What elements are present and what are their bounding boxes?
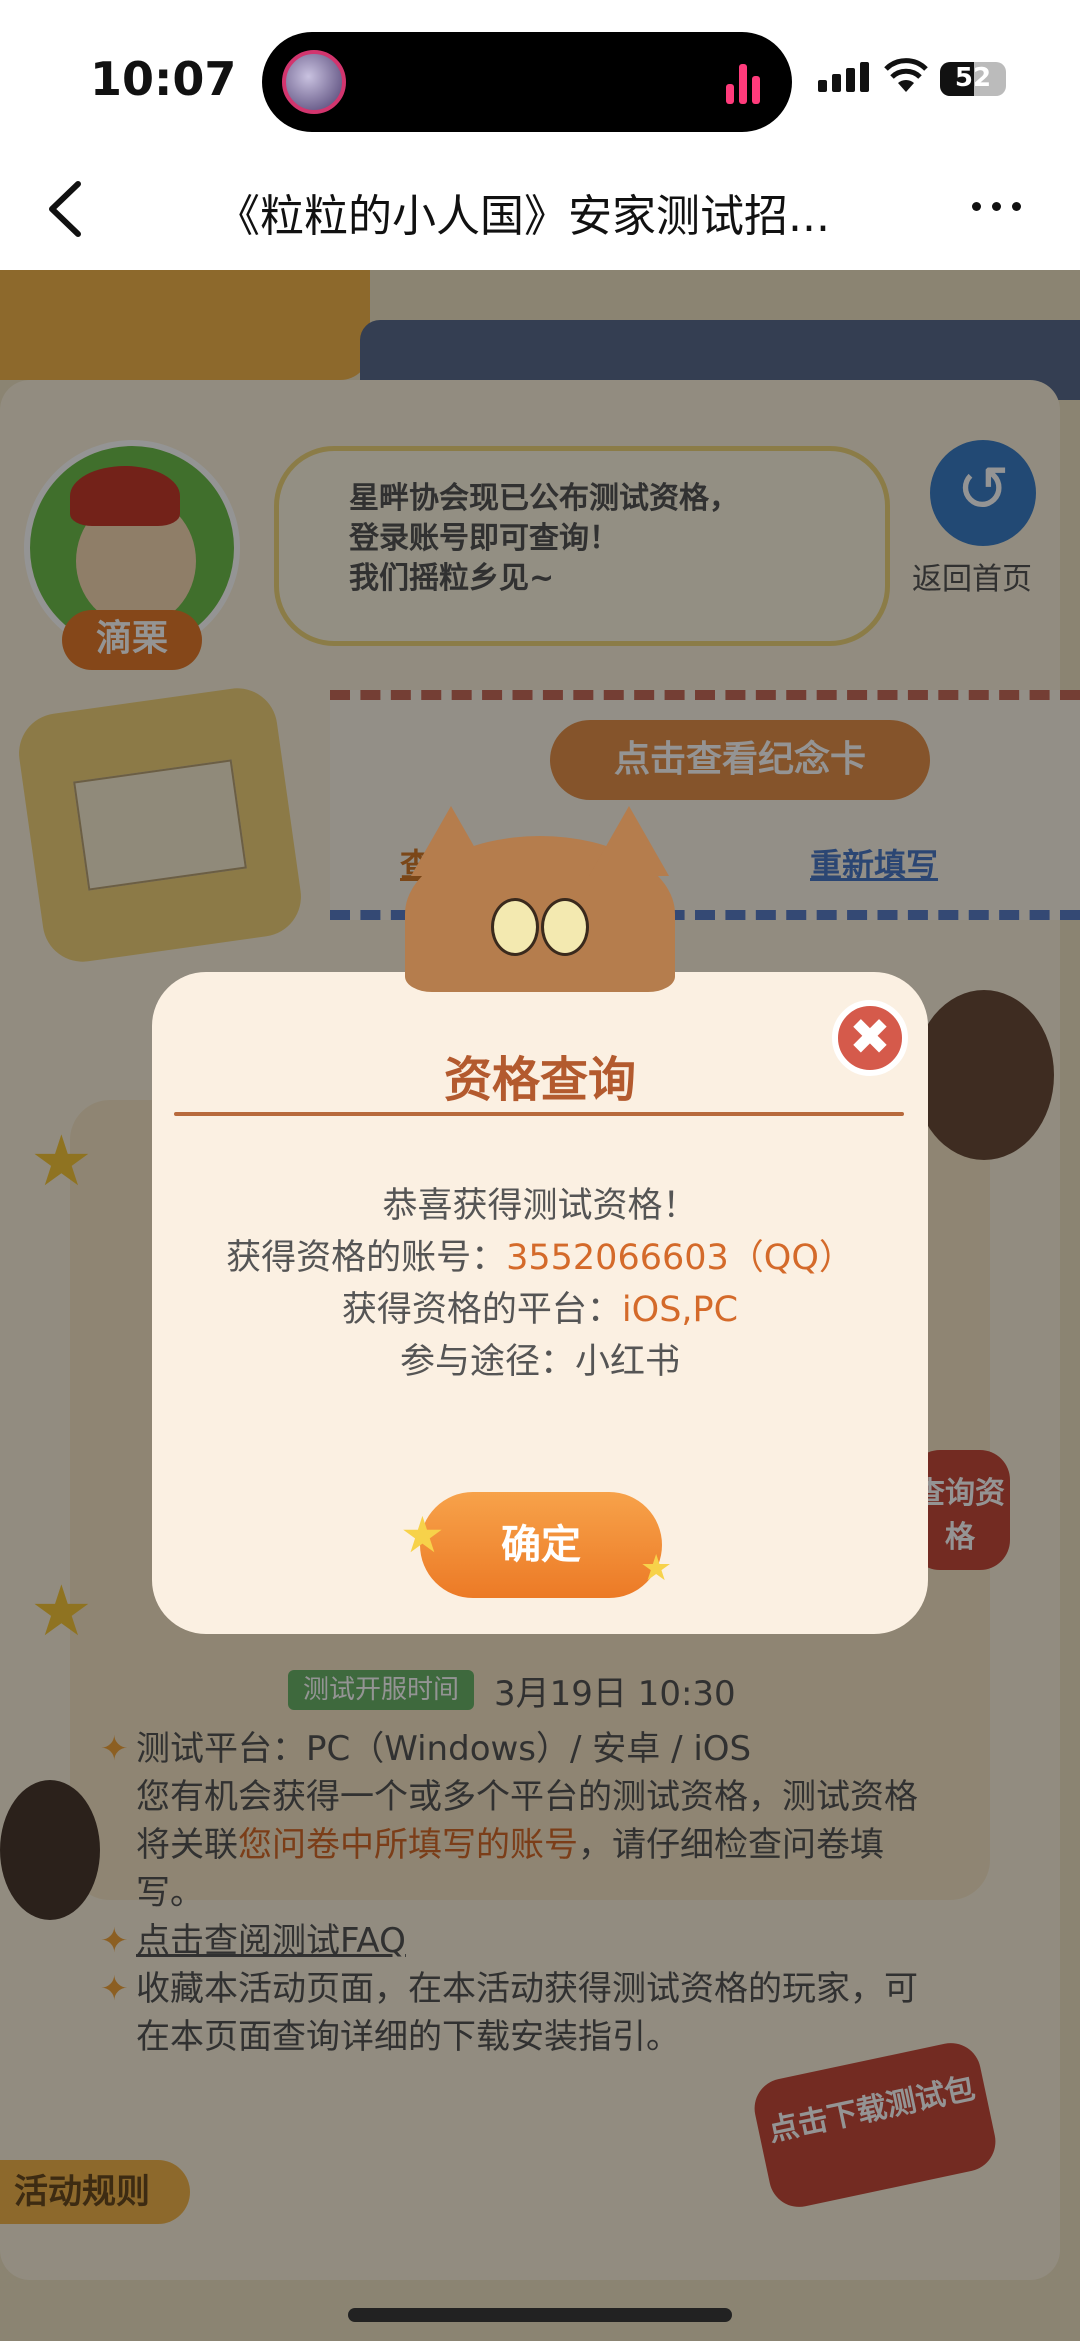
confirm-button[interactable]: 确定 (420, 1492, 662, 1598)
status-bar: 10:07 52 (0, 0, 1080, 150)
platform-row: 获得资格的平台：iOS,PC (152, 1284, 928, 1336)
page-title: 《粒粒的小人国》安家测试招... (216, 191, 830, 242)
cat-mascot-icon (405, 806, 675, 992)
platform-value: iOS,PC (621, 1290, 739, 1330)
battery-icon: 52 (940, 62, 1006, 96)
modal-title: 资格查询 (443, 1052, 636, 1108)
navigation-bar: 《粒粒的小人国》安家测试招... (0, 150, 1080, 270)
congrats-text: 恭喜获得测试资格！ (382, 1186, 698, 1226)
modal-body: 恭喜获得测试资格！ 获得资格的账号：3552066603（QQ） 获得资格的平台… (152, 1180, 928, 1388)
modal-divider (174, 1112, 904, 1116)
now-playing-avatar (282, 50, 346, 114)
battery-percentage: 52 (954, 63, 992, 93)
wifi-icon (884, 58, 928, 92)
cellular-signal-icon (818, 62, 869, 92)
status-time: 10:07 (90, 52, 237, 106)
back-arrow-icon[interactable] (36, 174, 96, 244)
more-options-icon[interactable] (972, 202, 1021, 211)
home-indicator[interactable] (348, 2308, 732, 2322)
platform-label: 获得资格的平台： (341, 1290, 622, 1330)
account-value: 3552066603（QQ） (506, 1238, 854, 1278)
star-icon: ★ (640, 1548, 673, 1589)
account-row: 获得资格的账号：3552066603（QQ） (152, 1232, 928, 1284)
channel-value: 小红书 (575, 1342, 681, 1382)
star-icon: ★ (400, 1506, 445, 1564)
account-label: 获得资格的账号： (226, 1238, 507, 1278)
dynamic-island[interactable] (262, 32, 792, 132)
audio-visualizer-icon (726, 62, 766, 104)
channel-label: 参与途径： (399, 1342, 575, 1382)
channel-row: 参与途径：小红书 (152, 1336, 928, 1388)
